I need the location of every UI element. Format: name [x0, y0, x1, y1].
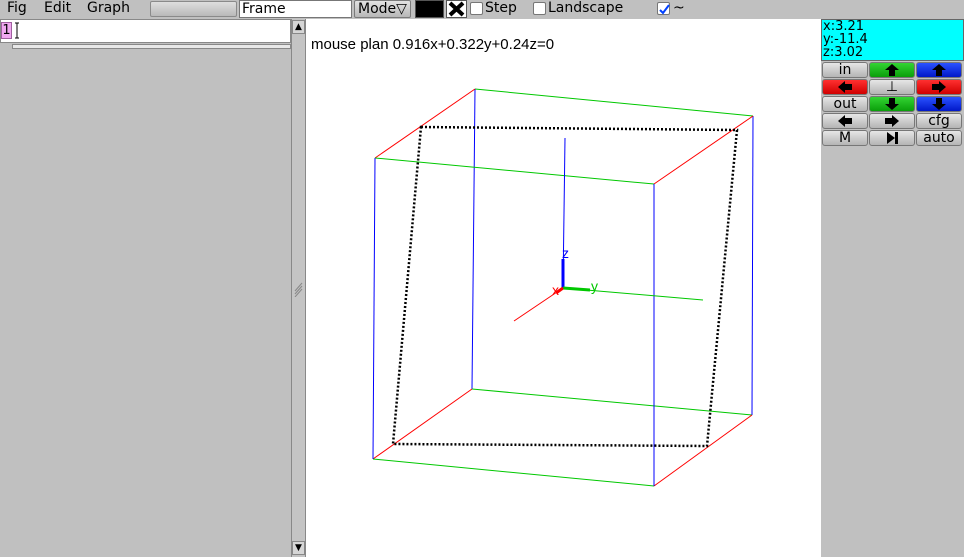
box-edge — [474, 88, 754, 117]
y-axis-label: y — [591, 278, 598, 294]
box-edge — [372, 388, 473, 460]
shift-right-button[interactable] — [869, 113, 915, 129]
box-edge — [471, 88, 476, 390]
shift-down-button[interactable] — [916, 96, 962, 112]
m-button[interactable]: M — [822, 130, 868, 146]
rotate-down-button[interactable] — [869, 96, 915, 112]
arrow-left-icon — [838, 81, 852, 93]
auto-button[interactable]: auto — [916, 130, 962, 146]
zoom-in-button[interactable]: in — [822, 62, 868, 78]
play-end-button[interactable] — [869, 130, 915, 146]
arrow-right-icon — [932, 81, 946, 93]
x-axis-label: x — [552, 282, 559, 298]
arrow-right-icon — [885, 115, 899, 127]
rotate-up-button[interactable] — [869, 62, 915, 78]
box-edge — [653, 115, 754, 185]
y-axis-arrow — [562, 286, 591, 292]
bounding-box-3d: z y x — [372, 88, 754, 487]
box-edge — [374, 88, 476, 159]
config-button[interactable]: cfg — [916, 113, 962, 129]
box-edge — [653, 414, 753, 487]
box-edge — [372, 157, 376, 460]
arrow-left-icon — [838, 115, 852, 127]
z-axis-label: z — [562, 245, 569, 261]
rotate-right-button[interactable] — [916, 79, 962, 95]
rotate-left-button[interactable] — [822, 79, 868, 95]
coordinate-readout: x:3.21 y:-11.4 z:3.02 — [821, 19, 964, 61]
arrow-down-icon — [932, 98, 946, 110]
zoom-out-button[interactable]: out — [822, 96, 868, 112]
shift-up-button[interactable] — [916, 62, 962, 78]
shift-left-button[interactable] — [822, 113, 868, 129]
box-edge — [751, 115, 754, 416]
arrow-down-icon — [885, 98, 899, 110]
perpendicular-view-button[interactable]: ⊥ — [869, 79, 915, 95]
arrow-up-icon — [885, 64, 899, 76]
box-edge — [372, 458, 655, 487]
play-end-icon — [887, 132, 898, 144]
coord-z: z:3.02 — [823, 45, 864, 60]
arrow-up-icon — [932, 64, 946, 76]
